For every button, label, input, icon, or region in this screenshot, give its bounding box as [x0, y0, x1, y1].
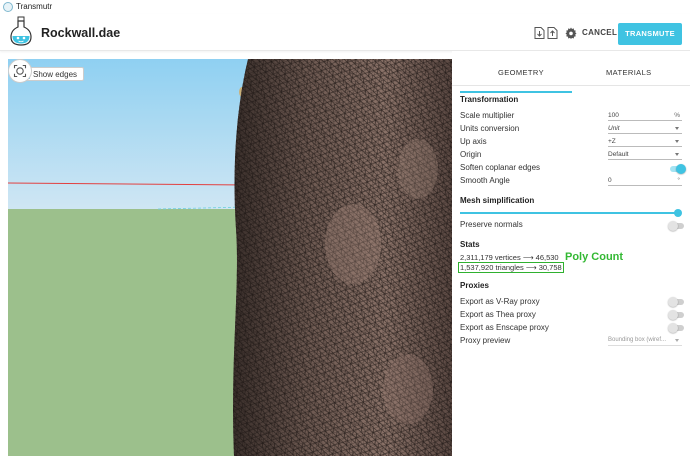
- mesh-simplification-title: Mesh simplification: [460, 196, 535, 205]
- export-vray-label: Export as V-Ray proxy: [460, 297, 540, 306]
- scale-multiplier-value: 100: [608, 112, 619, 119]
- export-vray-toggle[interactable]: [668, 297, 684, 307]
- app-icon: [3, 2, 13, 12]
- poly-count-highlight-box: [458, 262, 564, 273]
- proxies-title: Proxies: [460, 281, 489, 290]
- panel-tabs: GEOMETRY MATERIALS: [452, 59, 690, 93]
- scale-multiplier-label: Scale multiplier: [460, 111, 515, 120]
- up-axis-dropdown[interactable]: +Z: [608, 137, 682, 147]
- preserve-normals-toggle[interactable]: [668, 221, 684, 231]
- soften-coplanar-toggle[interactable]: [670, 164, 686, 174]
- export-thea-toggle[interactable]: [668, 310, 684, 320]
- transformation-section-title: Transformation: [460, 95, 519, 104]
- up-axis-label: Up axis: [460, 137, 487, 146]
- smooth-angle-label: Smooth Angle: [460, 176, 510, 185]
- up-axis-value: +Z: [608, 138, 616, 145]
- app-header: Rockwall.dae CANCEL TRANSMUTE: [0, 14, 690, 51]
- poly-count-annotation: Poly Count: [565, 251, 624, 263]
- gear-icon[interactable]: [565, 27, 577, 39]
- tab-geometry[interactable]: GEOMETRY: [498, 68, 544, 77]
- toggle-knob: [668, 310, 678, 320]
- smooth-angle-input[interactable]: 0 °: [608, 176, 682, 186]
- units-conversion-value: Unit: [608, 125, 620, 132]
- toggle-knob: [668, 297, 678, 307]
- zoom-extents-icon[interactable]: [8, 59, 32, 83]
- chevron-down-icon: [675, 127, 679, 130]
- tab-materials[interactable]: MATERIALS: [606, 68, 652, 77]
- units-conversion-label: Units conversion: [460, 124, 520, 133]
- export-file-icon[interactable]: [547, 27, 558, 39]
- vertices-stat: 2,311,179 vertices ⟶ 46,530: [460, 253, 559, 262]
- smooth-angle-value: 0: [608, 177, 612, 184]
- toggle-knob: [668, 323, 678, 333]
- proxy-preview-label: Proxy preview: [460, 336, 511, 345]
- scale-multiplier-input[interactable]: 100 %: [608, 111, 682, 121]
- units-conversion-dropdown[interactable]: Unit: [608, 124, 682, 134]
- origin-value: Default: [608, 151, 629, 158]
- preserve-normals-label: Preserve normals: [460, 220, 523, 229]
- chevron-down-icon: [675, 339, 679, 342]
- window-titlebar: Transmutr: [0, 0, 690, 14]
- proxy-preview-dropdown[interactable]: Bounding box (wiref...: [608, 336, 682, 346]
- toggle-knob: [676, 164, 686, 174]
- transmutr-logo-icon: [10, 16, 32, 46]
- proxy-preview-value: Bounding box (wiref...: [608, 337, 667, 343]
- 3d-viewport[interactable]: Show edges: [8, 59, 452, 456]
- export-thea-label: Export as Thea proxy: [460, 310, 536, 319]
- stats-title: Stats: [460, 240, 480, 249]
- viewport-scene: [8, 59, 452, 456]
- file-title: Rockwall.dae: [41, 26, 121, 40]
- active-tab-indicator: [460, 91, 572, 93]
- mesh-simplification-slider-track[interactable]: [460, 212, 678, 214]
- chevron-down-icon: [675, 153, 679, 156]
- origin-dropdown[interactable]: Default: [608, 150, 682, 160]
- origin-label: Origin: [460, 150, 482, 159]
- smooth-angle-unit: °: [677, 177, 680, 184]
- scale-unit: %: [674, 112, 680, 119]
- mesh-simplification-slider-thumb[interactable]: [674, 209, 682, 217]
- soften-coplanar-label: Soften coplanar edges: [460, 163, 541, 172]
- chevron-down-icon: [675, 140, 679, 143]
- export-enscape-toggle[interactable]: [668, 323, 684, 333]
- transmute-button[interactable]: TRANSMUTE: [618, 23, 682, 45]
- export-enscape-label: Export as Enscape proxy: [460, 323, 549, 332]
- cancel-button[interactable]: CANCEL: [582, 28, 617, 37]
- window-title: Transmutr: [16, 2, 53, 11]
- show-edges-label: Show edges: [33, 70, 78, 79]
- import-file-icon[interactable]: [534, 27, 545, 39]
- toggle-knob: [668, 221, 678, 231]
